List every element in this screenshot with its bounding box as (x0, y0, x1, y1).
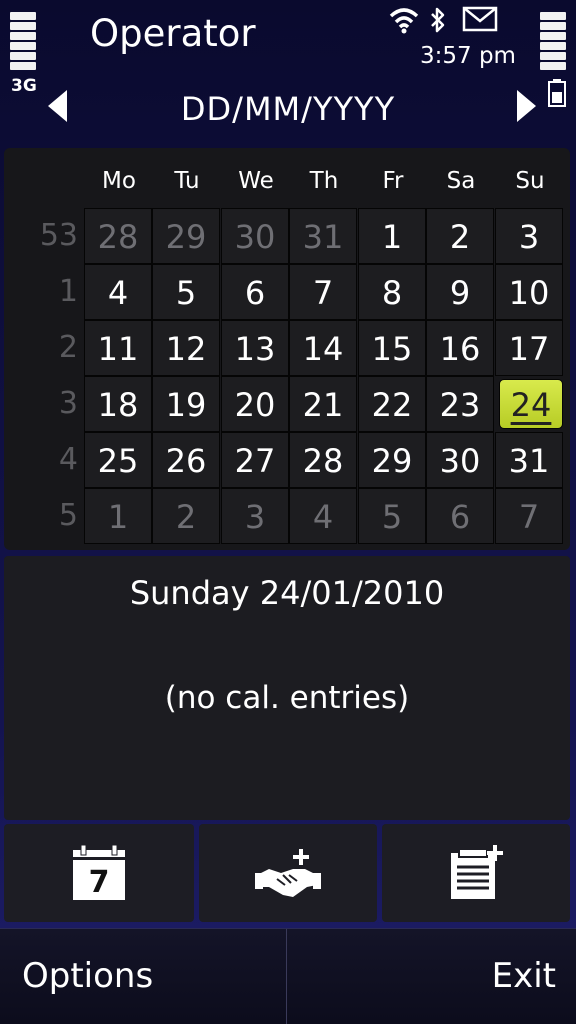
weekday-label: We (238, 168, 274, 194)
selected-day-cell[interactable]: 24 (499, 379, 563, 429)
day-cell[interactable]: 18 (84, 376, 152, 432)
toolbar: 7 (4, 824, 570, 922)
day-cell[interactable]: 11 (84, 320, 152, 376)
weekday-label: Th (309, 168, 339, 194)
week-number: 2 (58, 330, 78, 365)
week-row: 3 18 19 20 21 22 23 24 (4, 376, 570, 432)
day-cell[interactable]: 9 (426, 264, 494, 320)
weekday-label: Su (515, 168, 545, 194)
day-cell[interactable]: 4 (84, 264, 152, 320)
bluetooth-icon (431, 7, 445, 33)
weekday-label: Mo (102, 168, 136, 194)
day-cell[interactable]: 20 (221, 376, 289, 432)
weekday-header: Mo Tu We Th Fr Sa Su (4, 148, 570, 208)
next-month-arrow-icon[interactable] (517, 90, 536, 122)
day-cell[interactable]: 6 (221, 264, 289, 320)
message-envelope-icon (462, 6, 498, 32)
date-format-label: DD/MM/YYYY (180, 90, 396, 128)
weekday-label: Tu (174, 168, 200, 194)
week-row: 1 4 5 6 7 8 9 10 (4, 264, 570, 320)
battery-level-icon (540, 12, 566, 72)
day-cell[interactable]: 1 (358, 208, 426, 264)
operator-name: Operator (90, 12, 256, 55)
day-entries-panel[interactable]: Sunday 24/01/2010 (no cal. entries) (4, 556, 570, 820)
signal-strength-icon (10, 12, 36, 72)
day-cell[interactable]: 3 (495, 208, 563, 264)
new-todo-note-icon (451, 845, 503, 899)
day-cell[interactable]: 27 (221, 432, 289, 488)
day-cell[interactable]: 17 (495, 320, 563, 376)
options-softkey[interactable]: Options (0, 929, 287, 1024)
wifi-icon (389, 8, 419, 34)
day-cell[interactable]: 7 (495, 488, 563, 544)
selected-day-number: 24 (510, 386, 552, 424)
new-todo-button[interactable] (382, 824, 570, 922)
week-number: 4 (58, 442, 78, 477)
day-cell[interactable]: 21 (289, 376, 357, 432)
calendar-day-view-icon: 7 (73, 844, 125, 900)
day-cell[interactable]: 12 (152, 320, 220, 376)
week-number: 5 (58, 498, 78, 533)
day-cell[interactable]: 29 (358, 432, 426, 488)
week-row: 2 11 12 13 14 15 16 17 (4, 320, 570, 376)
day-cell[interactable]: 30 (221, 208, 289, 264)
week-row: 4 25 26 27 28 29 30 31 (4, 432, 570, 488)
weekday-label: Sa (446, 168, 476, 194)
week-row: 53 28 29 30 31 1 2 3 (4, 208, 570, 264)
day-cell[interactable]: 5 (152, 264, 220, 320)
day-cell[interactable]: 3 (221, 488, 289, 544)
day-cell[interactable]: 14 (289, 320, 357, 376)
new-meeting-icon (255, 849, 321, 897)
day-cell[interactable]: 15 (358, 320, 426, 376)
weekday-label: Fr (382, 168, 404, 194)
clock: 3:57 pm (420, 43, 516, 69)
day-cell[interactable]: 16 (426, 320, 494, 376)
exit-softkey[interactable]: Exit (288, 929, 576, 1024)
week-number: 3 (58, 386, 78, 421)
day-cell[interactable]: 29 (152, 208, 220, 264)
day-cell[interactable]: 2 (152, 488, 220, 544)
day-cell[interactable]: 28 (289, 432, 357, 488)
day-cell[interactable]: 6 (426, 488, 494, 544)
day-cell[interactable]: 22 (358, 376, 426, 432)
day-view-button[interactable]: 7 (4, 824, 194, 922)
day-cell[interactable]: 30 (426, 432, 494, 488)
day-cell[interactable]: 28 (84, 208, 152, 264)
day-cell[interactable]: 26 (152, 432, 220, 488)
day-cell[interactable]: 5 (358, 488, 426, 544)
day-cell[interactable]: 19 (152, 376, 220, 432)
day-cell[interactable]: 25 (84, 432, 152, 488)
week-number: 53 (39, 218, 78, 253)
day-cell[interactable]: 1 (84, 488, 152, 544)
week-row: 5 1 2 3 4 5 6 7 (4, 488, 570, 544)
day-cell[interactable]: 31 (289, 208, 357, 264)
day-cell[interactable]: 10 (495, 264, 563, 320)
no-entries-text: (no cal. entries) (164, 680, 410, 716)
day-cell[interactable]: 4 (289, 488, 357, 544)
day-cell[interactable]: 2 (426, 208, 494, 264)
day-cell[interactable]: 13 (221, 320, 289, 376)
softkey-bar: Options Exit (0, 928, 576, 1024)
status-icons (388, 6, 506, 38)
month-calendar: Mo Tu We Th Fr Sa Su 53 28 29 30 31 1 2 … (4, 148, 570, 550)
week-number: 1 (58, 274, 78, 309)
calendar-day-number: 7 (89, 865, 110, 900)
day-cell[interactable]: 7 (289, 264, 357, 320)
selected-date-title: Sunday 24/01/2010 (129, 574, 445, 612)
day-cell[interactable]: 23 (426, 376, 494, 432)
new-meeting-button[interactable] (199, 824, 377, 922)
day-cell[interactable]: 8 (358, 264, 426, 320)
calendar-days: 53 28 29 30 31 1 2 3 1 4 5 6 7 8 9 10 2 … (4, 208, 570, 550)
day-cell[interactable]: 31 (495, 432, 563, 488)
